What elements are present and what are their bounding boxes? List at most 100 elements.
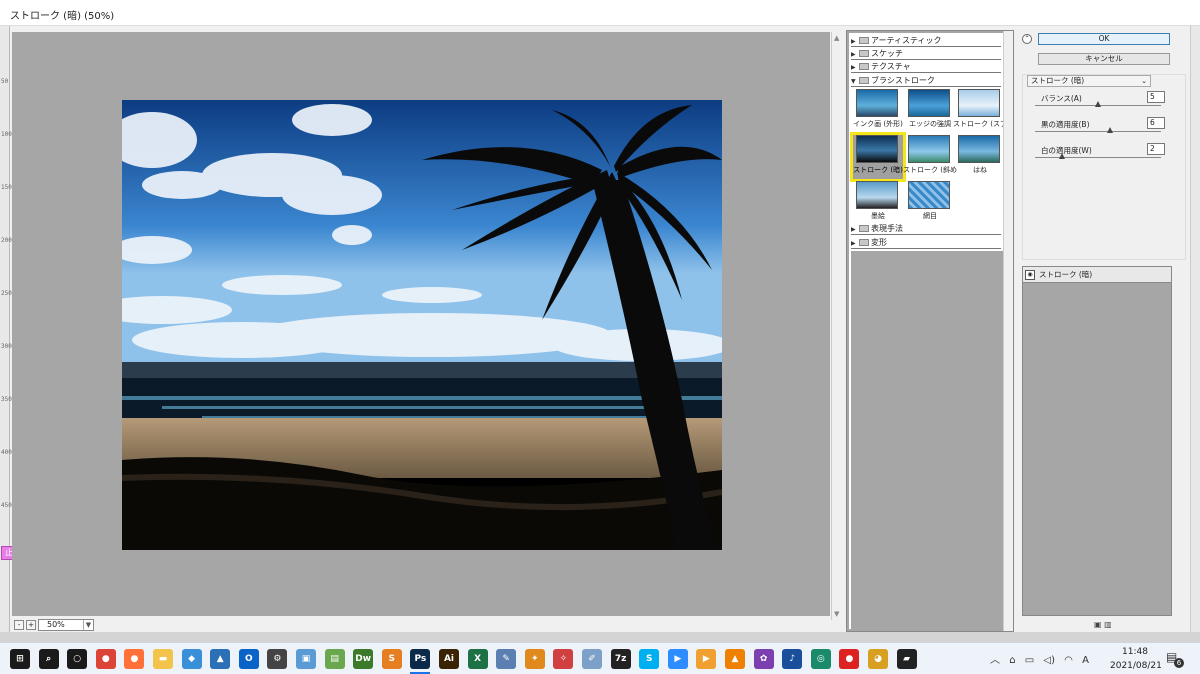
thumb-crosshatch[interactable]: 網目 (905, 181, 955, 225)
app-purple-icon[interactable]: ✿ (753, 649, 774, 669)
photoshop-icon[interactable]: Ps (410, 649, 431, 669)
preview-area[interactable] (12, 32, 830, 616)
battery-icon[interactable]: ▭ (1025, 655, 1034, 666)
skype-icon[interactable]: S (639, 649, 660, 669)
thumb-angled-strokes[interactable]: ストローク (斜め) (903, 135, 957, 179)
category-stylize[interactable]: ▶ 表現手法 (851, 223, 1001, 235)
volume-icon[interactable]: ◁) (1043, 655, 1055, 666)
expand-triangle-icon[interactable]: ▶ (851, 36, 859, 48)
ime-indicator[interactable]: A (1082, 655, 1089, 666)
thumb-dark-strokes[interactable]: ストローク (暗) (850, 132, 906, 182)
cancel-button[interactable]: キャンセル (1038, 53, 1170, 65)
trash-icon[interactable]: ▥ (1104, 620, 1112, 629)
chevron-down-icon[interactable]: ⌄ (1141, 76, 1147, 86)
category-distort[interactable]: ▶ 変形 (851, 237, 1001, 249)
preview-horizontal-scrollbar[interactable] (160, 618, 830, 630)
slider-track[interactable] (1035, 131, 1161, 132)
thumb-sumi-e[interactable]: 墨絵 (853, 181, 903, 225)
cortana-icon[interactable]: ○ (67, 649, 88, 669)
expand-triangle-icon[interactable]: ▶ (851, 238, 859, 250)
chevron-down-icon[interactable]: ▼ (83, 620, 93, 630)
scroll-up-icon[interactable]: ▲ (834, 34, 839, 42)
slider-knob[interactable] (1095, 101, 1101, 107)
illustrator-icon[interactable]: Ai (439, 649, 459, 669)
zoom-out-button[interactable]: - (14, 620, 24, 630)
collapse-gallery-icon[interactable]: ⌃ (1022, 34, 1032, 44)
category-sketch[interactable]: ▶ スケッチ (851, 48, 1001, 60)
gallery-empty-area (851, 251, 1005, 631)
slider-knob[interactable] (1107, 127, 1113, 133)
windows-start-icon[interactable]: ⊞ (10, 649, 30, 669)
category-label: 表現手法 (871, 224, 903, 233)
thumb-ink-outlines[interactable]: インク画 (外形) (853, 89, 903, 133)
vlc-icon[interactable]: ▲ (725, 649, 745, 669)
ruler-mark: 300 (1, 343, 12, 350)
param-label: 白の適用度(W) (1041, 146, 1092, 155)
category-brush-strokes[interactable]: ▼ ブラシストローク (851, 75, 1001, 87)
app-green-icon[interactable]: ▤ (324, 649, 345, 669)
sticky-icon[interactable]: ▰ (896, 649, 917, 669)
app-pen-icon[interactable]: ✎ (496, 649, 517, 669)
gallery-scrollbar[interactable] (1003, 31, 1013, 631)
slider-track[interactable] (1035, 157, 1161, 158)
preview-image (122, 100, 722, 550)
param-input[interactable]: 2 (1147, 143, 1165, 155)
new-layer-icon[interactable]: ▣ (1094, 620, 1102, 629)
search-icon[interactable]: ⌕ (38, 649, 59, 669)
zoom-in-button[interactable]: + (26, 620, 36, 630)
expand-triangle-icon[interactable]: ▶ (851, 62, 859, 74)
settings-icon[interactable]: ⚙ (267, 649, 288, 669)
media-icon[interactable]: ▶ (696, 649, 717, 669)
explorer-icon[interactable]: ▬ (153, 649, 173, 669)
network-icon[interactable]: ⌂ (1009, 655, 1015, 666)
effect-layer-row[interactable]: ◉ ストローク (暗) (1023, 267, 1171, 283)
expand-triangle-icon[interactable]: ▶ (851, 49, 859, 61)
outlook-icon[interactable]: O (238, 649, 259, 669)
music-icon[interactable]: ♪ (782, 649, 803, 669)
dreamweaver-icon[interactable]: Dw (353, 649, 374, 669)
thumb-accented-edges[interactable]: エッジの強調 (905, 89, 955, 133)
expand-triangle-icon[interactable]: ▶ (851, 224, 859, 236)
thumbnail-image (958, 89, 1000, 117)
7zip-icon[interactable]: 7z (610, 649, 631, 669)
thumb-label: ストローク (スプレー) (953, 120, 1007, 128)
eye-icon[interactable]: ◉ (1025, 270, 1035, 280)
preview-vertical-scrollbar[interactable]: ▲ ▼ (831, 32, 843, 620)
wifi-icon[interactable]: ◠ (1064, 655, 1073, 666)
folder-icon (859, 225, 869, 232)
record-icon[interactable]: ● (839, 649, 860, 669)
scroll-down-icon[interactable]: ▼ (834, 610, 839, 618)
app-pin-icon[interactable]: ✧ (553, 649, 574, 669)
app-panel-icon[interactable]: ▣ (296, 649, 316, 669)
window-titlebar: ストローク (暗) (50%) (0, 0, 1200, 26)
category-texture[interactable]: ▶ テクスチャ (851, 61, 1001, 73)
param-input[interactable]: 5 (1147, 91, 1165, 103)
photos-icon[interactable]: ▲ (210, 649, 231, 669)
filter-select[interactable]: ストローク (暗) ⌄ (1027, 75, 1151, 87)
app-blue-icon[interactable]: ◆ (181, 649, 202, 669)
app-orange-icon[interactable]: S (381, 649, 402, 669)
category-artistic[interactable]: ▶ アーティスティック (851, 35, 1001, 47)
param-input[interactable]: 6 (1147, 117, 1165, 129)
excel-icon[interactable]: X (467, 649, 488, 669)
zoom-icon[interactable]: ▶ (667, 649, 688, 669)
firefox-icon[interactable]: ● (124, 649, 145, 669)
chevron-up-icon[interactable]: ︿ (990, 655, 1000, 666)
chrome-icon[interactable]: ● (95, 649, 116, 669)
panel-scrollbar[interactable] (1190, 26, 1200, 638)
app-char-icon[interactable]: ◕ (868, 649, 888, 669)
thumb-spatter[interactable]: はね (955, 135, 1005, 179)
ok-button[interactable]: OK (1038, 33, 1170, 45)
thumb-label: エッジの強調 (909, 120, 951, 128)
app-globe-icon[interactable]: ◎ (810, 649, 831, 669)
butterfly-icon[interactable]: ✦ (524, 649, 545, 669)
slider-knob[interactable] (1059, 153, 1065, 159)
param-label: バランス(A) (1041, 94, 1082, 103)
collapse-triangle-icon[interactable]: ▼ (851, 76, 859, 88)
clock[interactable]: 11:48 2021/08/21 (1110, 645, 1162, 673)
thumb-sprayed-strokes[interactable]: ストローク (スプレー) (953, 89, 1007, 133)
window-title: ストローク (暗) (50%) (10, 11, 115, 22)
system-tray: ︿ ⌂ ▭ ◁) ◠ A (990, 651, 1089, 666)
app-draw-icon[interactable]: ✐ (582, 649, 602, 669)
zoom-value[interactable]: 50% ▼ (38, 619, 94, 631)
